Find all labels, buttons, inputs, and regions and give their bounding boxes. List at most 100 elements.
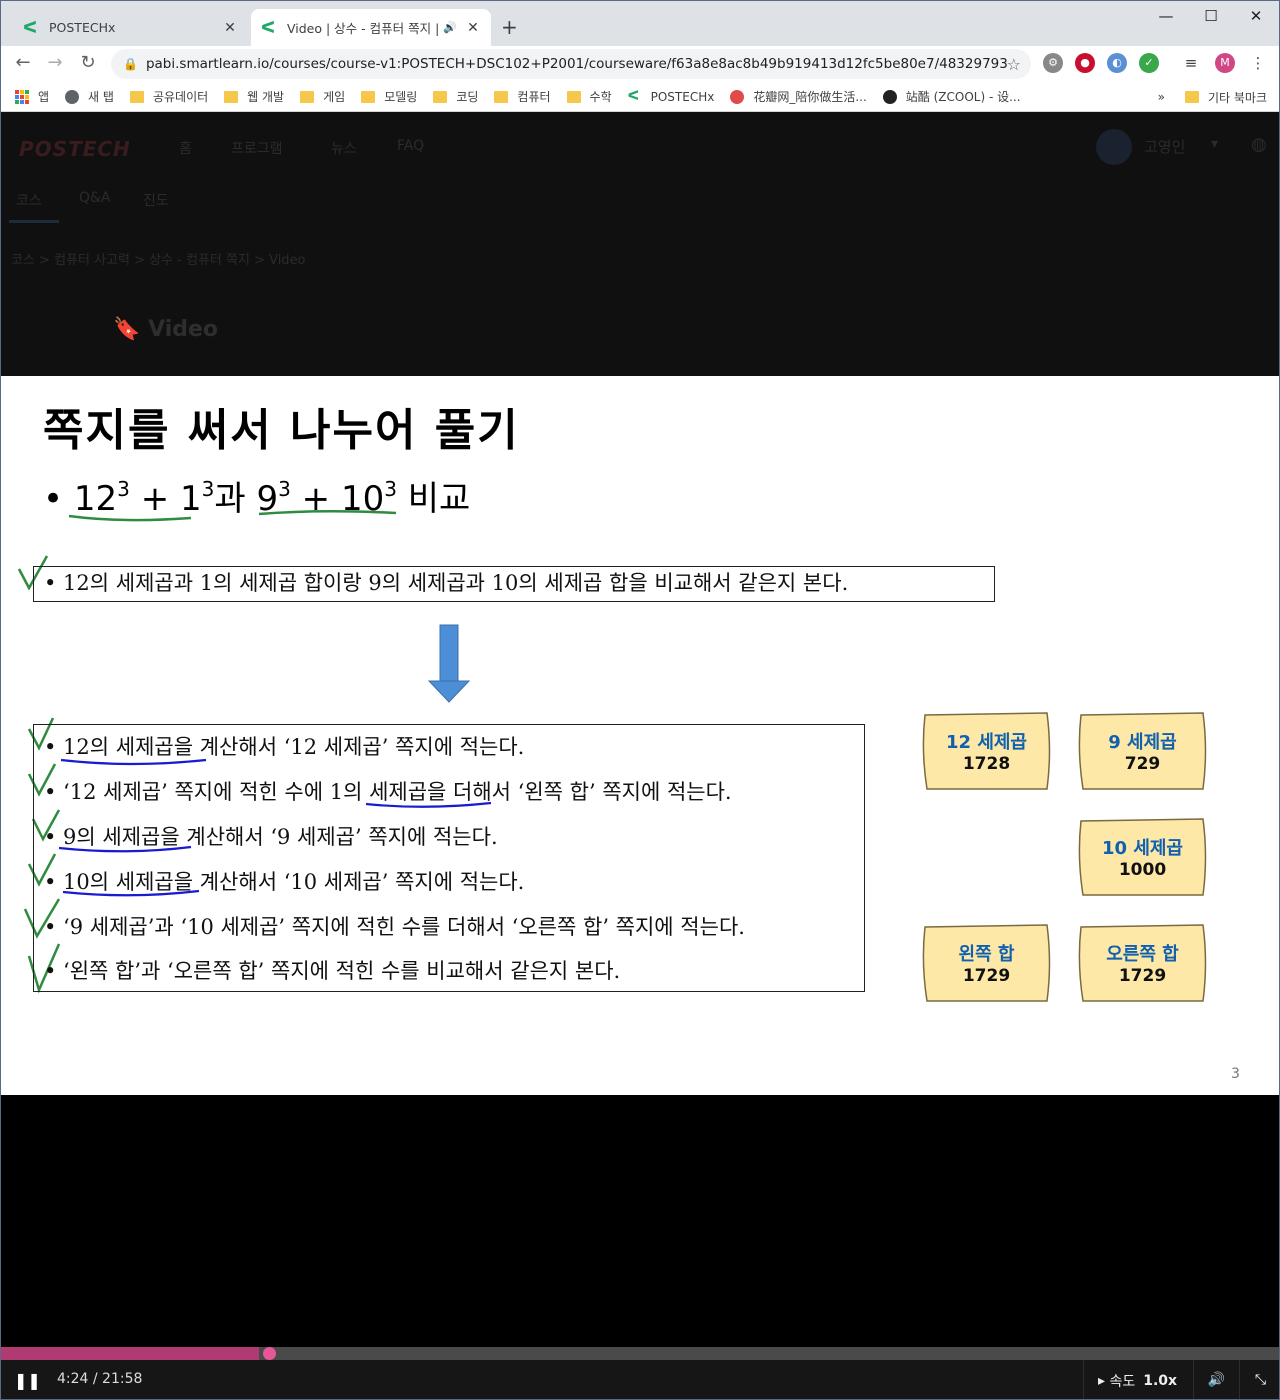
memo-note: 왼쪽 합 1729	[919, 923, 1054, 1003]
step-line: • 9의 세제곱을 계산해서 ‘9 세제곱’ 쪽지에 적는다.	[44, 825, 498, 849]
bookmark-folder[interactable]: 공유데이터	[129, 88, 208, 105]
media-control-icon[interactable]: ≡	[1181, 53, 1201, 73]
unit-title: 🔖 Video	[113, 317, 218, 342]
memo-note: 9 세제곱 729	[1075, 711, 1210, 791]
forward-arrow-icon[interactable]: →	[43, 52, 67, 73]
bookmark-new-tab[interactable]: 새 탭	[65, 88, 114, 105]
browser-toolbar: ← → ↻ 🔒 pabi.smartlearn.io/courses/cours…	[1, 46, 1279, 82]
reload-icon[interactable]: ↻	[76, 52, 100, 73]
step-line: • 12의 세제곱을 계산해서 ‘12 세제곱’ 쪽지에 적는다.	[44, 735, 525, 759]
extension-icon[interactable]: ⚙	[1043, 53, 1063, 73]
extension-icon[interactable]: ◐	[1107, 53, 1127, 73]
bookmark-huaban[interactable]: 花瓣网_陪你做生活...	[730, 88, 867, 105]
note-value: 1728	[962, 754, 1011, 774]
bookmark-other[interactable]: 기타 북마크	[1184, 89, 1267, 106]
bookmark-label: 기타 북마크	[1207, 90, 1267, 105]
nav-faq[interactable]: FAQ	[397, 138, 424, 154]
url-text: pabi.smartlearn.io/courses/course-v1:POS…	[145, 56, 1007, 72]
extension-icon[interactable]: ●	[1075, 53, 1095, 73]
active-tab-indicator	[9, 220, 59, 223]
tab-course[interactable]: 코스	[16, 190, 42, 210]
window-close-button[interactable]: ✕	[1246, 7, 1266, 25]
postechx-favicon-icon: ᐸ	[261, 17, 276, 37]
folder-icon	[1184, 91, 1199, 103]
chevron-down-icon[interactable]: ▾	[1211, 136, 1218, 152]
profile-avatar[interactable]: M	[1215, 53, 1235, 73]
new-tab-button[interactable]: +	[501, 15, 518, 39]
bookmark-zcool[interactable]: 站酷 (ZCOOL) - 设...	[882, 88, 1021, 105]
bookmark-label: 웹 개발	[247, 90, 285, 104]
folder-icon	[300, 90, 315, 103]
underline-mark	[68, 514, 192, 522]
step-line: • ‘12 세제곱’ 쪽지에 적힌 수에 1의 세제곱을 더해서 ‘왼쪽 합’ …	[44, 780, 732, 804]
postechx-favicon-icon: ᐸ	[627, 88, 640, 104]
user-name[interactable]: 고영인	[1144, 136, 1185, 157]
nav-programs[interactable]: 프로그램	[231, 138, 283, 158]
browser-window: ᐸ POSTECHx ✕ ᐸ Video | 상수 - 컴퓨터 쪽지 | P 🔊…	[0, 0, 1280, 1400]
bookmark-folder[interactable]: 게임	[300, 88, 345, 105]
bookmark-icon[interactable]: 🔖	[113, 317, 140, 342]
breadcrumb: 코스 > 컴퓨터 사고력 > 상수 - 컴퓨터 쪽지 > Video	[11, 253, 306, 268]
volume-icon[interactable]: 🔊	[1193, 1360, 1239, 1399]
note-label: 9 세제곱	[1108, 732, 1177, 753]
video-progress-bar[interactable]	[1, 1347, 1279, 1360]
address-bar[interactable]: 🔒 pabi.smartlearn.io/courses/course-v1:P…	[111, 49, 1031, 79]
bookmark-label: 앱	[38, 90, 50, 104]
bookmarks-overflow-button[interactable]: »	[1158, 90, 1165, 104]
user-avatar[interactable]	[1096, 129, 1132, 165]
bookmark-label: 컴퓨터	[517, 90, 551, 104]
tab-video[interactable]: ᐸ Video | 상수 - 컴퓨터 쪽지 | P 🔊 ✕	[251, 9, 491, 46]
step-line: • ‘왼쪽 합’과 ‘오른쪽 합’ 쪽지에 적힌 수를 비교해서 같은지 본다.	[44, 959, 621, 983]
apps-grid-icon	[15, 89, 29, 104]
memo-note: 오른쪽 합 1729	[1075, 923, 1210, 1003]
speed-button[interactable]: ▸ 속도 1.0x	[1083, 1360, 1191, 1399]
bookmark-folder[interactable]: 코딩	[433, 88, 478, 105]
bookmark-folder[interactable]: 컴퓨터	[494, 88, 551, 105]
nav-home[interactable]: 홈	[179, 138, 192, 158]
down-arrow-icon	[427, 624, 471, 703]
summary-box: • 12의 세제곱과 1의 세제곱 합이랑 9의 세제곱과 10의 세제곱 합을…	[33, 566, 995, 602]
postechx-favicon-icon: ᐸ	[23, 17, 38, 37]
tab-postechx[interactable]: ᐸ POSTECHx ✕	[13, 9, 248, 46]
globe-icon[interactable]: ◍	[1251, 134, 1267, 155]
bookmark-folder[interactable]: 모델링	[361, 88, 417, 105]
bookmark-folder[interactable]: 웹 개발	[224, 88, 284, 105]
shield-icon[interactable]: ✓	[1139, 53, 1159, 73]
nav-news[interactable]: 뉴스	[331, 138, 357, 158]
player-controls: ❚❚ 4:24 / 21:58 ▸ 속도 1.0x 🔊 ⤡	[1, 1360, 1279, 1399]
tab-qna[interactable]: Q&A	[79, 190, 111, 206]
bookmarks-right: » 기타 북마크	[1158, 82, 1267, 112]
tab-close-icon[interactable]: ✕	[465, 20, 481, 36]
bookmark-star-icon[interactable]: ☆	[1007, 55, 1021, 74]
slide-page-number: 3	[1231, 1066, 1240, 1082]
steps-box: • 12의 세제곱을 계산해서 ‘12 세제곱’ 쪽지에 적는다. • ‘12 …	[33, 724, 865, 992]
time-display: 4:24 / 21:58	[57, 1371, 143, 1387]
bookmark-postechx[interactable]: ᐸ POSTECHx	[628, 90, 715, 104]
folder-icon	[129, 90, 144, 103]
underline-mark	[258, 509, 397, 516]
bookmark-apps[interactable]: 앱	[15, 88, 49, 105]
note-value: 729	[1124, 754, 1161, 774]
video-frame[interactable]: 쪽지를 써서 나누어 풀기 • 123 + 13과 93 + 103 비교 • …	[1, 376, 1279, 1095]
maximize-button[interactable]: ☐	[1201, 7, 1221, 25]
menu-kebab-icon[interactable]: ⋮	[1248, 53, 1268, 73]
lock-icon: 🔒	[123, 57, 138, 71]
tab-close-icon[interactable]: ✕	[222, 20, 238, 36]
memo-note: 10 세제곱 1000	[1075, 817, 1210, 897]
tab-progress[interactable]: 진도	[143, 190, 169, 210]
tab-title: POSTECHx	[49, 20, 116, 35]
caret-right-icon: ▸	[1098, 1372, 1106, 1389]
exit-fullscreen-icon[interactable]: ⤡	[1239, 1360, 1279, 1399]
bookmarks-bar: 앱 새 탭 공유데이터 웹 개발 게임 모델링 코딩 컴퓨터 수학 ᐸ POSTE…	[1, 82, 1279, 112]
unit-title-text: Video	[148, 317, 219, 342]
bookmark-label: 게임	[323, 90, 346, 104]
bookmark-folder[interactable]: 수학	[566, 88, 612, 105]
folder-icon	[566, 90, 581, 103]
pause-icon[interactable]: ❚❚	[14, 1371, 41, 1390]
progress-handle[interactable]	[263, 1347, 277, 1360]
speed-label: 속도	[1109, 1373, 1136, 1390]
folder-icon	[361, 90, 376, 103]
minimize-button[interactable]: —	[1156, 7, 1176, 25]
back-arrow-icon[interactable]: ←	[11, 52, 35, 73]
speaker-icon[interactable]: 🔊	[443, 21, 457, 34]
